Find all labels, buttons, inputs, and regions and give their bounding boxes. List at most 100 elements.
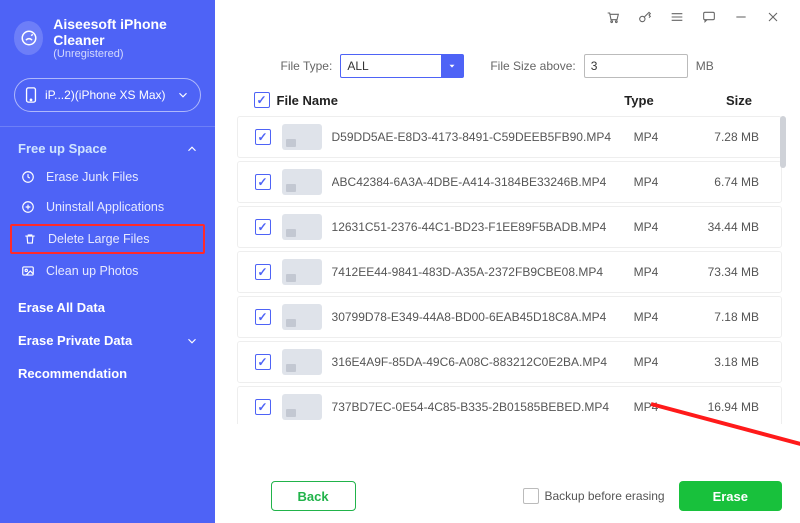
section-label: Erase All Data	[18, 300, 105, 315]
row-checkbox[interactable]	[255, 399, 271, 415]
file-type-value: ALL	[347, 59, 368, 73]
row-checkbox[interactable]	[255, 219, 271, 235]
clock-icon	[20, 169, 36, 185]
main-panel: File Type: ALL File Size above: MB File …	[215, 0, 800, 523]
scrollbar[interactable]	[780, 116, 786, 168]
file-size: 3.18 MB	[681, 355, 771, 369]
file-name: 7412EE44-9841-483D-A35A-2372FB9CBE08.MP4	[332, 265, 611, 279]
filter-bar: File Type: ALL File Size above: MB	[281, 54, 782, 78]
section-free-up-space[interactable]: Free up Space	[0, 133, 215, 162]
file-thumbnail	[282, 394, 322, 420]
backup-checkbox[interactable]	[523, 488, 539, 504]
row-checkbox[interactable]	[255, 264, 271, 280]
file-type-select[interactable]: ALL	[340, 54, 464, 78]
table-row[interactable]: 7412EE44-9841-483D-A35A-2372FB9CBE08.MP4…	[237, 251, 782, 293]
filter-type-label: File Type:	[281, 59, 333, 73]
nav-label: Erase Junk Files	[46, 170, 138, 184]
table-header: File Name Type Size	[237, 92, 782, 116]
nav-label: Delete Large Files	[48, 232, 149, 246]
backup-before-erasing[interactable]: Backup before erasing	[523, 488, 665, 504]
chevron-down-icon	[176, 88, 190, 102]
section-erase-private-data[interactable]: Erase Private Data	[0, 319, 215, 352]
app-title: Aiseesoft iPhone Cleaner	[53, 16, 198, 48]
cart-icon[interactable]	[604, 8, 622, 26]
file-type: MP4	[611, 220, 681, 234]
file-name: D59DD5AE-E8D3-4173-8491-C59DEEB5FB90.MP4	[332, 130, 611, 144]
section-erase-all-data[interactable]: Erase All Data	[0, 286, 215, 319]
file-thumbnail	[282, 214, 322, 240]
file-type: MP4	[611, 355, 681, 369]
file-size: 7.18 MB	[681, 310, 771, 324]
backup-label: Backup before erasing	[545, 489, 665, 503]
dropdown-arrow-icon	[441, 55, 463, 77]
file-type: MP4	[611, 265, 681, 279]
phone-icon	[25, 87, 37, 103]
key-icon[interactable]	[636, 8, 654, 26]
nav-uninstall-apps[interactable]: Uninstall Applications	[0, 192, 215, 222]
file-name: 737BD7EC-0E54-4C85-B335-2B01585BEBED.MP4	[332, 400, 611, 414]
filter-size-label: File Size above:	[490, 59, 575, 73]
file-size: 73.34 MB	[681, 265, 771, 279]
title-bar-controls	[604, 8, 782, 26]
app-logo-block: Aiseesoft iPhone Cleaner (Unregistered)	[0, 12, 215, 74]
file-name: 316E4A9F-85DA-49C6-A08C-883212C0E2BA.MP4	[332, 355, 611, 369]
file-type: MP4	[611, 400, 681, 414]
file-thumbnail	[282, 304, 322, 330]
file-size: 16.94 MB	[681, 400, 771, 414]
file-type: MP4	[611, 175, 681, 189]
file-name: 30799D78-E349-44A8-BD00-6EAB45D18C8A.MP4	[332, 310, 611, 324]
column-type: Type	[604, 93, 674, 108]
trash-icon	[22, 231, 38, 247]
section-recommendation[interactable]: Recommendation	[0, 352, 215, 385]
file-thumbnail	[282, 124, 322, 150]
file-thumbnail	[282, 349, 322, 375]
file-list: D59DD5AE-E8D3-4173-8491-C59DEEB5FB90.MP4…	[237, 116, 782, 424]
row-checkbox[interactable]	[255, 309, 271, 325]
file-thumbnail	[282, 169, 322, 195]
feedback-icon[interactable]	[700, 8, 718, 26]
photo-icon	[20, 263, 36, 279]
nav-delete-large-files[interactable]: Delete Large Files	[10, 224, 205, 254]
file-type: MP4	[611, 310, 681, 324]
section-label: Erase Private Data	[18, 333, 132, 348]
file-size-input[interactable]	[584, 54, 688, 78]
file-type: MP4	[611, 130, 681, 144]
grid-icon	[20, 199, 36, 215]
close-button[interactable]	[764, 8, 782, 26]
sidebar: Aiseesoft iPhone Cleaner (Unregistered) …	[0, 0, 215, 523]
table-row[interactable]: 737BD7EC-0E54-4C85-B335-2B01585BEBED.MP4…	[237, 386, 782, 424]
chevron-up-icon	[185, 142, 199, 156]
section-label: Free up Space	[18, 141, 107, 156]
table-row[interactable]: 12631C51-2376-44C1-BD23-F1EE89F5BADB.MP4…	[237, 206, 782, 248]
nav-label: Clean up Photos	[46, 264, 138, 278]
file-name: 12631C51-2376-44C1-BD23-F1EE89F5BADB.MP4	[332, 220, 611, 234]
app-subtitle: (Unregistered)	[53, 48, 198, 60]
nav-erase-junk-files[interactable]: Erase Junk Files	[0, 162, 215, 192]
row-checkbox[interactable]	[255, 174, 271, 190]
file-name: ABC42384-6A3A-4DBE-A414-3184BE33246B.MP4	[332, 175, 611, 189]
device-selector[interactable]: iP...2)(iPhone XS Max)	[14, 78, 201, 112]
table-row[interactable]: D59DD5AE-E8D3-4173-8491-C59DEEB5FB90.MP4…	[237, 116, 782, 158]
app-logo-icon	[14, 21, 43, 55]
table-row[interactable]: 316E4A9F-85DA-49C6-A08C-883212C0E2BA.MP4…	[237, 341, 782, 383]
nav-clean-photos[interactable]: Clean up Photos	[0, 256, 215, 286]
filter-size-unit: MB	[696, 59, 714, 73]
column-file-name: File Name	[277, 93, 604, 108]
back-button[interactable]: Back	[271, 481, 356, 511]
file-size: 6.74 MB	[681, 175, 771, 189]
footer-bar: Back Backup before erasing Erase	[237, 463, 782, 511]
chevron-down-icon	[185, 334, 199, 348]
select-all-checkbox[interactable]	[254, 92, 270, 108]
column-size: Size	[674, 93, 764, 108]
table-row[interactable]: 30799D78-E349-44A8-BD00-6EAB45D18C8A.MP4…	[237, 296, 782, 338]
nav-label: Uninstall Applications	[46, 200, 164, 214]
section-label: Recommendation	[18, 366, 127, 381]
row-checkbox[interactable]	[255, 354, 271, 370]
file-size: 7.28 MB	[681, 130, 771, 144]
erase-button[interactable]: Erase	[679, 481, 782, 511]
minimize-button[interactable]	[732, 8, 750, 26]
row-checkbox[interactable]	[255, 129, 271, 145]
file-size: 34.44 MB	[681, 220, 771, 234]
menu-icon[interactable]	[668, 8, 686, 26]
table-row[interactable]: ABC42384-6A3A-4DBE-A414-3184BE33246B.MP4…	[237, 161, 782, 203]
